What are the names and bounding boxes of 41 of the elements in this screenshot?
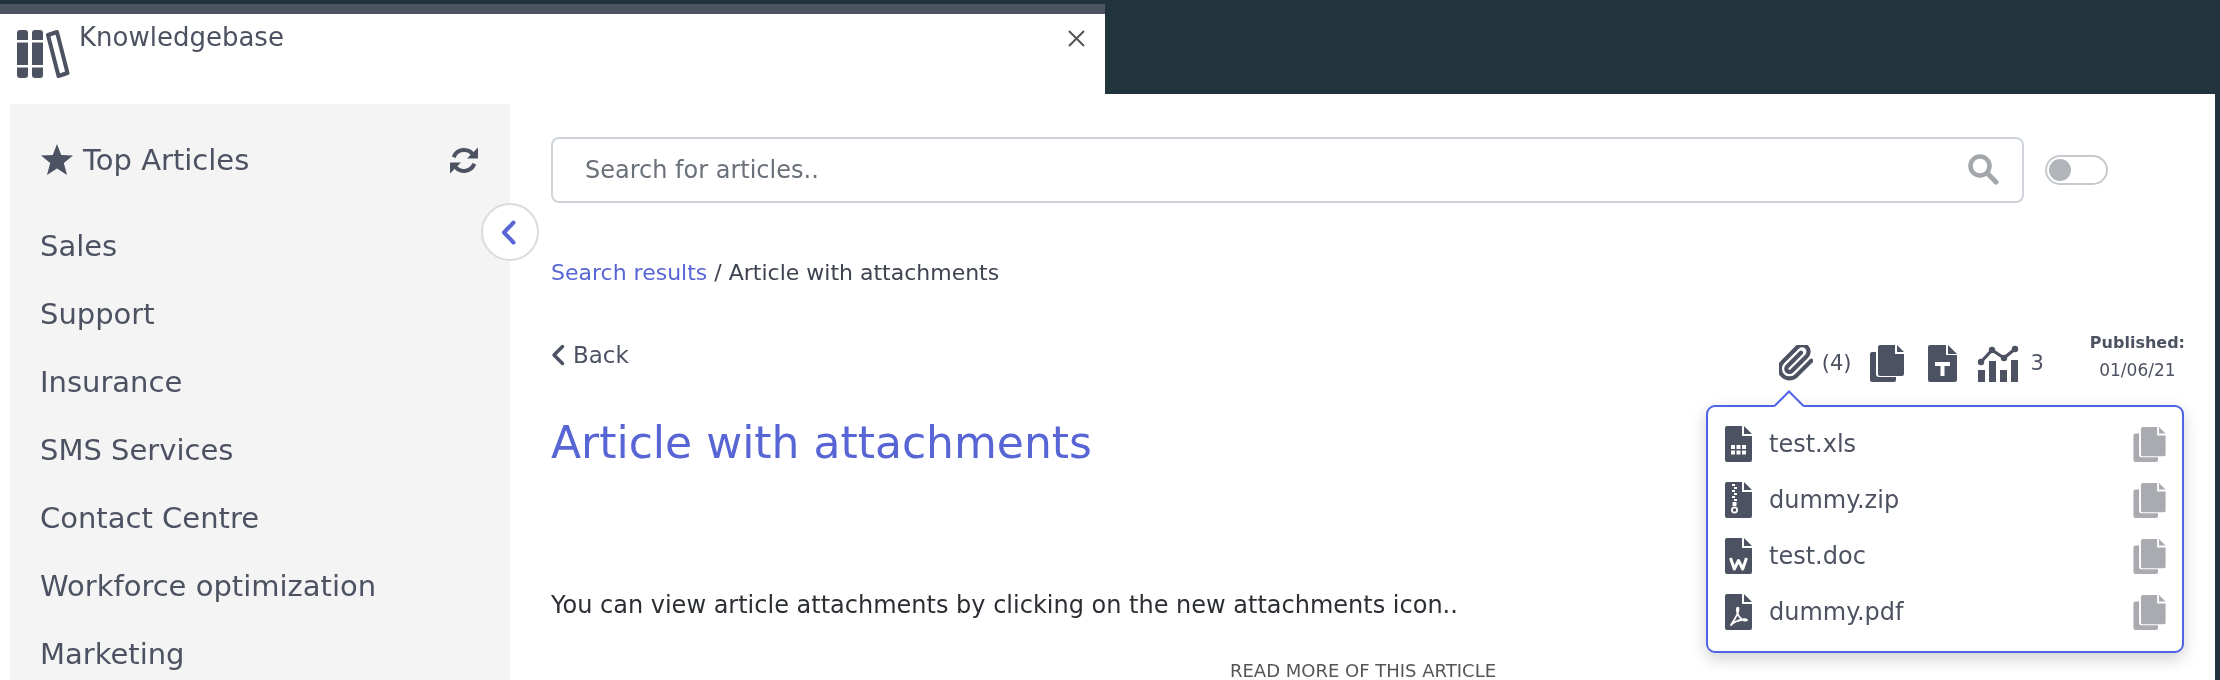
books-logo-icon [17, 30, 70, 78]
toggle-switch[interactable] [2045, 155, 2108, 185]
sidebar-item[interactable]: Support [40, 294, 155, 334]
copy-icon[interactable] [1870, 345, 1905, 382]
document-w-icon [1725, 538, 1752, 574]
close-button[interactable] [1068, 30, 1085, 47]
close-icon [1068, 30, 1085, 47]
pdf-file-icon [1725, 594, 1752, 630]
attachments-button[interactable]: (4) [1778, 345, 1852, 382]
search-icon[interactable] [1967, 153, 1999, 186]
chevron-left-icon [551, 344, 565, 366]
zip-file-icon [1725, 482, 1752, 518]
breadcrumb-separator: / [714, 259, 722, 287]
read-more-link[interactable]: READ MORE OF THIS ARTICLE [1229, 662, 1497, 680]
text-file-icon[interactable] [1928, 345, 1958, 382]
attachment-name[interactable]: test.doc [1769, 540, 1866, 572]
window-title: Knowledgebase [79, 22, 284, 52]
spreadsheet-file-icon [1725, 426, 1752, 462]
sidebar-item[interactable]: SMS Services [40, 430, 234, 470]
chevron-left-icon [501, 219, 516, 245]
paperclip-icon [1778, 345, 1813, 382]
star-icon [40, 144, 74, 176]
breadcrumb-current: Article with attachments [728, 259, 1000, 287]
sidebar-item[interactable]: Sales [40, 226, 118, 266]
attachment-name[interactable]: dummy.pdf [1769, 596, 1904, 628]
search-field[interactable]: Search for articles.. [551, 137, 2024, 203]
sidebar-item[interactable]: Marketing [40, 634, 185, 674]
stats-button[interactable]: 3 [1977, 345, 2044, 382]
sidebar-item[interactable]: Workforce optimization [40, 566, 377, 606]
article-text: You can view article attachments by clicking on the new attachments icon.. [551, 590, 1458, 621]
sidebar-item[interactable]: Contact Centre [40, 498, 259, 538]
chart-icon [1977, 345, 2021, 382]
published-date: 01/06/21 [2099, 359, 2176, 381]
attachment-name[interactable]: dummy.zip [1769, 484, 1900, 516]
article-title: Article with attachments [551, 416, 1092, 469]
sidebar-heading: Top Articles [83, 142, 250, 179]
sidebar-item[interactable]: Insurance [40, 362, 183, 402]
breadcrumb-link[interactable]: Search results [551, 258, 708, 287]
back-link[interactable]: Back [551, 340, 629, 370]
attachment-name[interactable]: test.xls [1769, 428, 1857, 460]
published-label: Published: [2089, 333, 2185, 353]
